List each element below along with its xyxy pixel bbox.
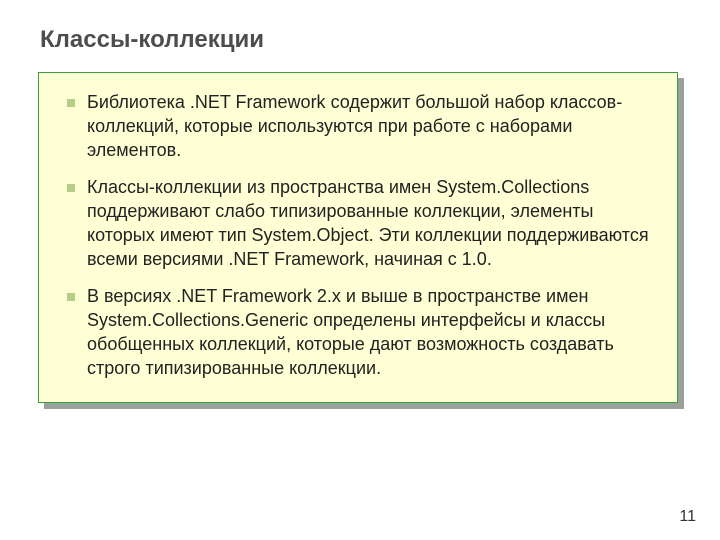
slide-title: Классы-коллекции: [40, 26, 684, 54]
bullet-text: В версиях .NET Framework 2.x и выше в пр…: [87, 286, 614, 377]
list-item: В версиях .NET Framework 2.x и выше в пр…: [67, 285, 655, 380]
list-item: Библиотека .NET Framework содержит больш…: [67, 91, 655, 162]
content-box: Библиотека .NET Framework содержит больш…: [38, 72, 678, 403]
content-box-wrap: Библиотека .NET Framework содержит больш…: [38, 72, 678, 403]
page-number: 11: [679, 508, 696, 526]
bullet-text: Библиотека .NET Framework содержит больш…: [87, 92, 622, 160]
bullet-text: Классы-коллекции из пространства имен Sy…: [87, 177, 649, 268]
bullet-list: Библиотека .NET Framework содержит больш…: [67, 91, 655, 380]
list-item: Классы-коллекции из пространства имен Sy…: [67, 176, 655, 271]
slide: Классы-коллекции Библиотека .NET Framewo…: [0, 0, 720, 540]
